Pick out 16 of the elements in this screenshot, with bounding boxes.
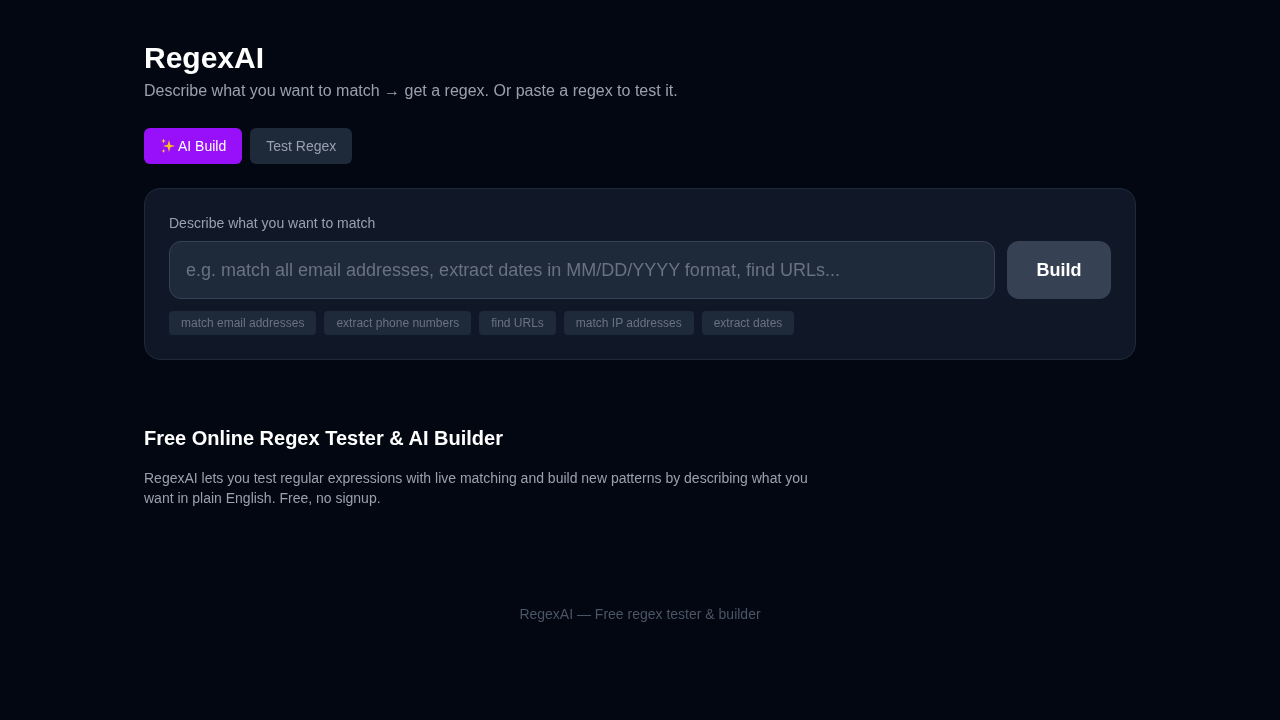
section-heading: Free Online Regex Tester & AI Builder (144, 426, 503, 451)
field-label: Describe what you want to match (169, 214, 376, 233)
example-chip[interactable]: extract phone numbers (324, 311, 472, 335)
example-chip[interactable]: match email addresses (169, 311, 317, 335)
example-chip[interactable]: match IP addresses (563, 311, 694, 335)
app-subtitle: Describe what you want to match → get a regex. Or paste a regex to test it. (144, 81, 678, 101)
description-input[interactable]: e.g. match all email addresses, extract dates in MM/DD/YYYY format, find URLs... (169, 241, 995, 299)
example-chip[interactable]: find URLs (479, 311, 556, 335)
example-chip[interactable]: extract dates (701, 311, 795, 335)
app-title: RegexAI (144, 40, 266, 76)
footer-text: RegexAI — Free regex tester & builder (519, 605, 761, 624)
sparkle-icon (160, 138, 176, 154)
mode-tab[interactable]: AI Build (144, 128, 243, 164)
mode-tab[interactable]: Test Regex (250, 128, 353, 164)
build-button[interactable]: Build (1007, 241, 1111, 299)
section-paragraph: RegexAI lets you test regular expressions with live matching and build new patterns by describing what you want in plain English. Free, no signup. (144, 469, 809, 508)
